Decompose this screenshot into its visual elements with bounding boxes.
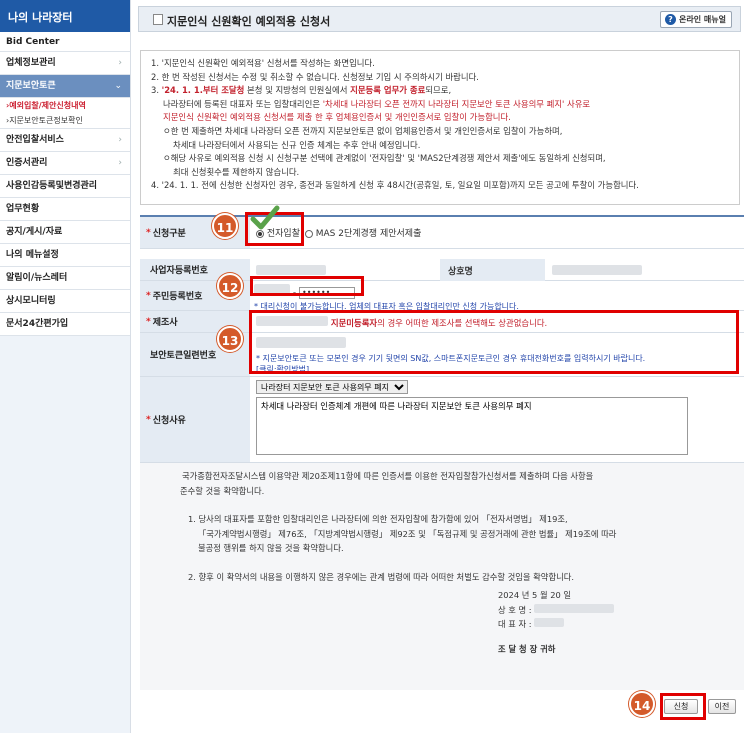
sidebar-item-label: 문서24간편가입 <box>6 319 69 329</box>
checkmark-icon <box>250 204 280 232</box>
pledge-line: 「국가계약법시행령」 제76조, 「지방계약법시행령」 제92조 및 「독점규제… <box>198 528 617 539</box>
sidebar-item-doc24-signup[interactable]: 문서24간편가입 <box>0 313 130 336</box>
notice-line-5: 지문인식 신원확인 예외적용 신청서를 제출 한 후 업체용인증서 및 개인인증… <box>163 112 511 123</box>
sidebar-subitem-exception-history[interactable]: ›예외입찰/제안신청내역 <box>0 98 130 113</box>
notice-red-text: '차세대 나라장터 오픈 전까지 나라장터 지문보안 토큰 사용의무 폐지' 사… <box>322 98 591 109</box>
notice-line-2: 2. 한 번 작성된 신청서는 수정 및 취소할 수 없습니다. 신청정보 기입… <box>151 71 479 82</box>
notice-text: 3. <box>151 85 162 96</box>
reason-select[interactable]: 나라장터 지문보안 토큰 사용의무 폐지 <box>256 380 408 394</box>
sidebar-item-my-menu[interactable]: 나의 메뉴설정 <box>0 244 130 267</box>
highlight-rrn <box>250 276 364 296</box>
notice-line-9: 최대 신청횟수를 제한하지 않습니다. <box>173 166 300 177</box>
pledge-ceo-label: 대 표 자 : <box>498 619 532 629</box>
document-edit-icon <box>153 14 163 25</box>
masked-value <box>534 618 565 627</box>
reason-textarea[interactable]: 차세대 나라장터 인증체계 개편에 따른 나라장터 지문보안 토큰 사용의무 폐… <box>256 397 688 455</box>
reason-label-text: 신청사유 <box>152 416 186 426</box>
pledge-line: 국가종합전자조달시스템 이용약관 제20조제11항에 따른 인증서를 이용한 전… <box>182 471 594 481</box>
help-icon: ? <box>665 14 676 25</box>
pledge-company: 상 호 명 : <box>180 603 744 618</box>
online-manual-button[interactable]: ? 온라인 매뉴얼 <box>660 11 732 28</box>
page-header: 지문인식 신원확인 예외적용 신청서 ? 온라인 매뉴얼 <box>138 6 741 32</box>
company-name-label: 상호명 <box>440 259 545 281</box>
pledge-line: 1. 당사의 대표자를 포함한 입찰대리인은 나라장터에 의한 전자입찰에 참가… <box>188 514 568 524</box>
sidebar-item-label: 업무현황 <box>6 204 40 214</box>
notice-line-6: ㅇ한 번 제출하면 차세대 나라장터 오픈 전까지 지문보안토큰 없이 업체용인… <box>163 125 563 136</box>
sidebar-subitem-token-info[interactable]: ›지문보안토큰정보확인 <box>0 113 130 129</box>
pledge-line: 2. 향후 이 확약서의 내용을 이행하지 않은 경우에는 관계 법령에 따라 … <box>188 571 574 582</box>
reason-label: * 신청사유 <box>140 377 250 462</box>
reason-cell: 나라장터 지문보안 토큰 사용의무 폐지 차세대 나라장터 인증체계 개편에 따… <box>250 377 688 462</box>
request-type-label-text: 신청구분 <box>152 229 186 239</box>
chevron-right-icon: › <box>118 158 122 168</box>
notice-box: 1. '지문인식 신원확인 예외적용' 신청서를 작성하는 화면입니다. 2. … <box>140 50 740 205</box>
radio-mas-proposal[interactable] <box>304 229 313 238</box>
pledge-company-label: 상 호 명 : <box>498 604 532 615</box>
sidebar-title: 나의 나라장터 <box>0 0 130 32</box>
sidebar-item-seal-management[interactable]: 사용인감등록및변경관리 <box>0 175 130 198</box>
sidebar-item-label: 안전입찰서비스 <box>6 135 64 145</box>
step-badge-14: 14 <box>629 691 655 717</box>
step-badge-13: 13 <box>217 326 243 352</box>
sidebar-item-work-status[interactable]: 업무현황 <box>0 198 130 221</box>
notice-line-4: 나라장터에 등록된 대표자 또는 입찰대리인은 '차세대 나라장터 오픈 전까지… <box>151 98 729 112</box>
notice-line-3: 3. '24. 1. 1.부터 조달청 본청 및 지방청의 민원실에서 지문등록… <box>151 84 729 98</box>
sidebar-item-label: 알림이/뉴스레터 <box>6 273 68 283</box>
sidebar-item-certificates[interactable]: 인증서관리 › <box>0 152 130 175</box>
pledge-line: 불공정 행위를 하지 않을 것을 확약합니다. <box>198 543 344 553</box>
highlight-submit <box>660 693 706 720</box>
form-spacer <box>140 249 744 259</box>
rrn-label-text: 주민등록번호 <box>152 292 203 302</box>
prev-button[interactable]: 이전 <box>708 699 736 714</box>
notice-line-8: ㅇ해당 사유로 예외적용 신청 시 신청구분 선택에 관계없이 '전자입찰' 및… <box>163 153 606 164</box>
pledge-section: 국가종합전자조달시스템 이용약관 제20조제11항에 따른 인증서를 이용한 전… <box>140 462 744 690</box>
sidebar-item-company-info[interactable]: 업체정보관리 › <box>0 52 130 75</box>
notice-text: 본청 및 지방청의 민원실에서 <box>244 85 351 96</box>
step-badge-12: 12 <box>217 273 243 299</box>
notice-line-7: 차세대 나라장터에서 사용되는 신규 인증 체계는 추후 안내 예정입니다. <box>173 139 421 150</box>
notice-text: 나라장터에 등록된 대표자 또는 입찰대리인은 <box>163 98 323 109</box>
notice-red-text: '24. 1. 1.부터 조달청 <box>161 85 245 96</box>
chevron-right-icon: › <box>118 58 122 68</box>
sidebar-item-notices[interactable]: 공지/게시/자료 <box>0 221 130 244</box>
pledge-line: 준수할 것을 확약합니다. <box>180 485 265 496</box>
sidebar-item-label: 상시모니터링 <box>6 296 56 306</box>
sidebar-item-newsletter[interactable]: 알림이/뉴스레터 <box>0 267 130 290</box>
option-mas-proposal-label[interactable]: MAS 2단계경쟁 제안서제출 <box>316 229 422 239</box>
notice-line-10: 4. '24. 1. 1. 전에 신청한 신청자인 경우, 종전과 동일하게 신… <box>151 180 639 191</box>
pledge-ceo: 대 표 자 : <box>180 617 744 632</box>
sidebar-item-label: 나의 메뉴설정 <box>6 250 59 260</box>
sidebar-item-label: 인증서관리 <box>6 158 48 168</box>
sidebar-item-label: 업체정보관리 <box>6 58 56 68</box>
highlight-maker-serial <box>249 310 739 374</box>
online-manual-label: 온라인 매뉴얼 <box>679 15 726 24</box>
company-name-value <box>552 265 642 278</box>
sidebar-item-label: 지문보안토큰 <box>6 81 56 91</box>
sidebar-item-secure-bid[interactable]: 안전입찰서비스 › <box>0 129 130 152</box>
chevron-right-icon: › <box>118 135 122 145</box>
masked-value <box>256 265 326 275</box>
sidebar-bid-center[interactable]: Bid Center <box>0 32 130 52</box>
notice-red-text: 지문등록 업무가 종료 <box>350 85 426 96</box>
sidebar-item-label: 공지/게시/자료 <box>6 227 63 237</box>
sidebar-item-monitoring[interactable]: 상시모니터링 <box>0 290 130 313</box>
pledge-addressee: 조 달 청 장 귀하 <box>498 643 556 654</box>
chevron-down-icon: ⌄ <box>114 81 122 91</box>
maker-label-text: 제조사 <box>152 318 178 328</box>
sidebar-item-label: 사용인감등록및변경관리 <box>6 181 98 191</box>
pledge-date: 2024 년 5 월 20 일 <box>498 590 572 600</box>
sidebar: 나의 나라장터 Bid Center 업체정보관리 › 지문보안토큰 ⌄ ›예외입찰… <box>0 0 131 733</box>
notice-text: 되므로, <box>425 85 452 96</box>
page-title: 지문인식 신원확인 예외적용 신청서 <box>167 15 331 28</box>
reason-row: * 신청사유 나라장터 지문보안 토큰 사용의무 폐지 차세대 나라장터 인증체계… <box>140 377 744 463</box>
masked-value <box>534 603 615 613</box>
step-badge-11: 11 <box>212 213 238 239</box>
masked-value <box>552 265 642 275</box>
notice-line-1: 1. '지문인식 신원확인 예외적용' 신청서를 작성하는 화면입니다. <box>151 58 375 68</box>
sidebar-item-fingerprint-token[interactable]: 지문보안토큰 ⌄ <box>0 75 130 98</box>
